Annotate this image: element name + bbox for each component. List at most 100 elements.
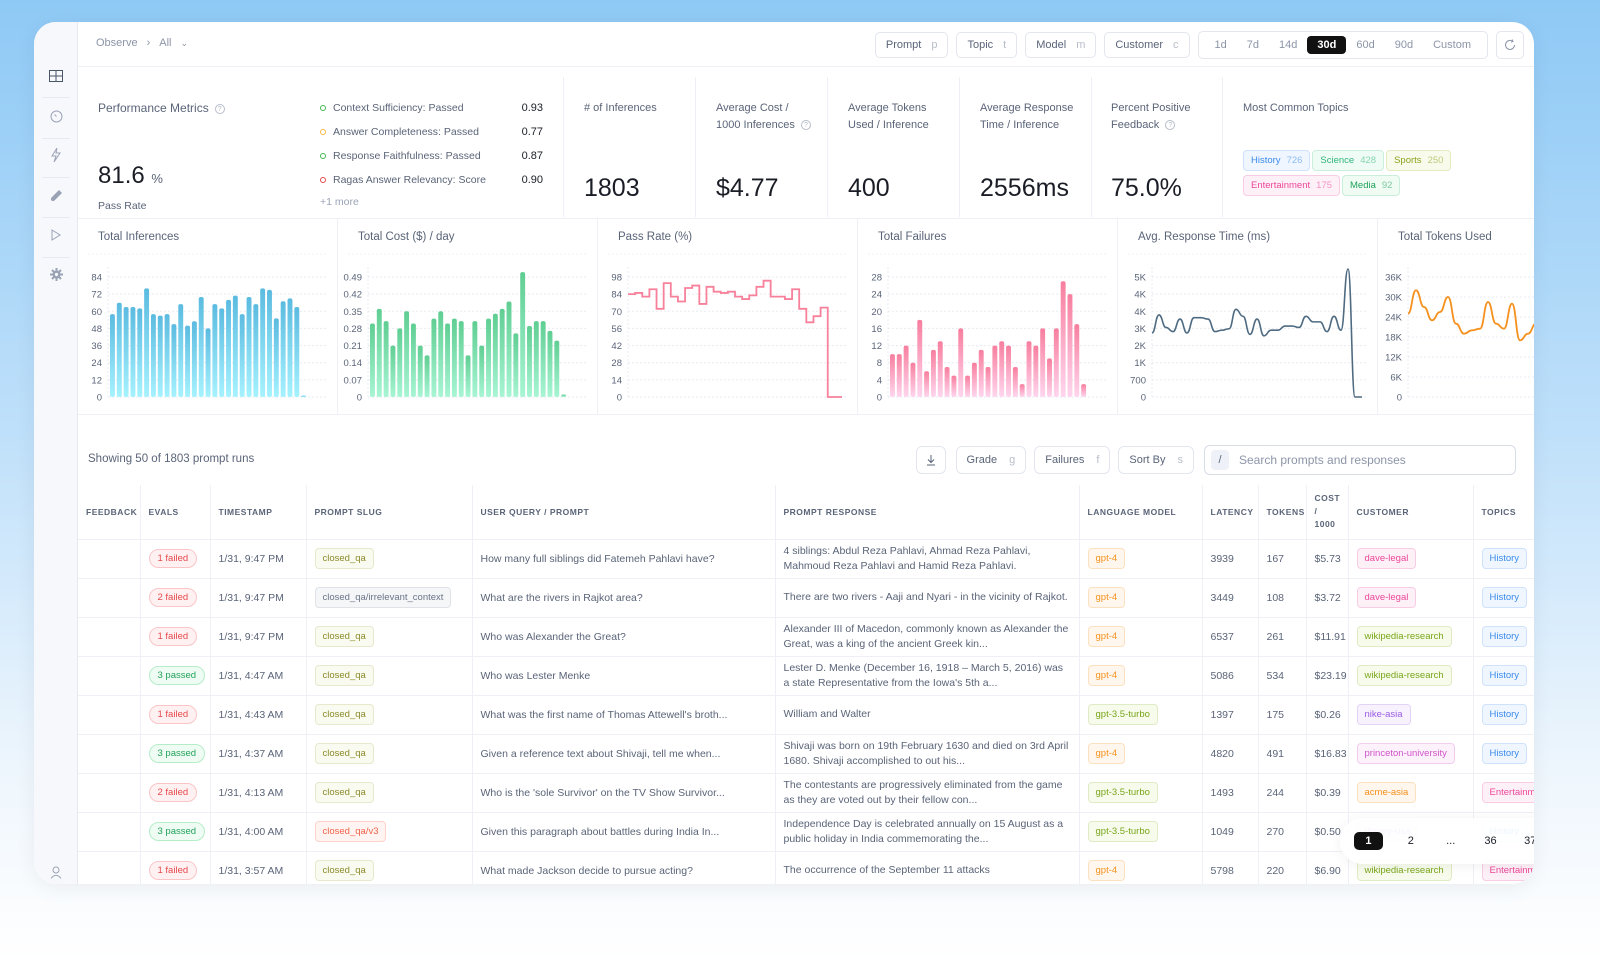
model-chip[interactable]: gpt-4 [1087, 587, 1126, 608]
range-14d[interactable]: 14d [1269, 36, 1307, 54]
eval-metric-row[interactable]: Answer Completeness: Passed 0.77 [320, 120, 543, 144]
filter-model-button[interactable]: Model m [1025, 32, 1097, 58]
evals-badge[interactable]: 2 failed [148, 783, 198, 802]
feedback-cell[interactable] [78, 539, 141, 579]
column-header-topics[interactable]: TOPICS [1473, 485, 1534, 540]
column-header-customer[interactable]: CUSTOMER [1348, 485, 1474, 540]
range-90d[interactable]: 90d [1385, 36, 1423, 54]
topic-chip-entertainment[interactable]: Entertainment 175 [1243, 175, 1341, 196]
model-chip[interactable]: gpt-4 [1087, 626, 1126, 647]
page-36-button[interactable]: 36 [1471, 835, 1511, 847]
topic-chip-sports[interactable]: Sports 250 [1386, 150, 1452, 171]
evals-badge[interactable]: 2 failed [148, 588, 198, 607]
table-row[interactable]: 3 passed 1/31, 4:47 AM closed_qa Who was Le… [78, 656, 1534, 696]
feedback-cell[interactable] [78, 617, 141, 657]
column-header-timestamp[interactable]: TIMESTAMP [210, 485, 307, 540]
topic-chip-media[interactable]: Media 92 [1342, 175, 1401, 196]
refresh-button[interactable] [1496, 31, 1524, 59]
model-chip[interactable]: gpt-4 [1087, 665, 1126, 686]
evals-badge[interactable]: 1 failed [148, 705, 198, 724]
lightning-icon[interactable] [46, 145, 66, 165]
feedback-cell[interactable] [78, 656, 141, 696]
column-header-prompt-response[interactable]: PROMPT RESPONSE [775, 485, 1080, 540]
column-header-tokens[interactable]: TOKENS [1258, 485, 1307, 540]
page-37-button[interactable]: 37 [1510, 835, 1534, 847]
sort-by-button[interactable]: Sort By s [1118, 446, 1194, 474]
model-chip[interactable]: gpt-4 [1087, 743, 1126, 764]
breadcrumb-observe[interactable]: Observe [96, 37, 138, 49]
prompt-slug-chip[interactable]: closed_qa [314, 626, 374, 647]
filter-customer-button[interactable]: Customer c [1104, 32, 1190, 58]
eval-metric-row[interactable]: Response Faithfulness: Passed 0.87 [320, 144, 543, 168]
table-row[interactable]: 1 failed 1/31, 9:47 PM closed_qa How many f… [78, 539, 1534, 579]
eval-metric-row[interactable]: Context Sufficiency: Passed 0.93 [320, 96, 543, 120]
customer-chip[interactable]: acme-asia [1356, 782, 1417, 803]
user-icon[interactable] [46, 862, 66, 882]
prompt-slug-chip[interactable]: closed_qa/irrelevant_context [314, 587, 452, 608]
customer-chip[interactable]: princeton-university [1356, 743, 1455, 764]
table-row[interactable]: 2 failed 1/31, 4:13 AM closed_qa Who is the… [78, 773, 1534, 813]
failures-button[interactable]: Failures f [1034, 446, 1111, 474]
column-header-language-model[interactable]: LANGUAGE MODEL [1079, 485, 1203, 540]
topic-chip[interactable]: History [1481, 626, 1528, 647]
evals-badge[interactable]: 3 passed [148, 822, 206, 841]
table-row[interactable]: 3 passed 1/31, 4:37 AM closed_qa Given a re… [78, 734, 1534, 774]
timer-icon[interactable] [46, 106, 66, 126]
table-row[interactable]: 1 failed 1/31, 4:43 AM closed_qa What was t… [78, 695, 1534, 735]
feedback-cell[interactable] [78, 578, 141, 618]
topic-chip-history[interactable]: History 726 [1243, 150, 1311, 171]
evals-badge[interactable]: 1 failed [148, 549, 198, 568]
more-evals-link[interactable]: +1 more [320, 196, 543, 208]
table-row[interactable]: 3 passed 1/31, 4:00 AM closed_qa/v3 Given t… [78, 812, 1534, 852]
model-chip[interactable]: gpt-3.5-turbo [1087, 821, 1158, 842]
feedback-cell[interactable] [78, 851, 141, 884]
column-header-feedback[interactable]: FEEDBACK [78, 485, 141, 540]
feedback-cell[interactable] [78, 773, 141, 813]
page-2-button[interactable]: 2 [1391, 835, 1431, 847]
table-row[interactable]: 1 failed 1/31, 9:47 PM closed_qa Who was Al… [78, 617, 1534, 657]
help-icon[interactable]: ? [1165, 120, 1176, 131]
column-header-evals[interactable]: EVALS [140, 485, 211, 540]
filter-prompt-button[interactable]: Prompt p [874, 32, 949, 58]
range-custom[interactable]: Custom [1423, 36, 1481, 54]
range-1d[interactable]: 1d [1205, 36, 1237, 54]
model-chip[interactable]: gpt-3.5-turbo [1087, 782, 1158, 803]
grid-table-icon[interactable] [46, 66, 66, 86]
topic-chip[interactable]: History [1481, 743, 1528, 764]
prompt-slug-chip[interactable]: closed_qa [314, 782, 374, 803]
topic-chip[interactable]: History [1481, 587, 1528, 608]
topic-chip[interactable]: Entertainment [1481, 782, 1534, 803]
column-header-prompt-slug[interactable]: PROMPT SLUG [306, 485, 473, 540]
search-input[interactable] [1239, 453, 1509, 467]
customer-chip[interactable]: dave-legal [1356, 587, 1417, 608]
customer-chip[interactable]: nike-asia [1356, 704, 1411, 725]
filter-topic-button[interactable]: Topic t [956, 32, 1018, 58]
customer-chip[interactable]: wikipedia-research [1356, 665, 1452, 686]
help-icon[interactable]: ? [800, 120, 811, 131]
chevron-down-icon[interactable]: ⌄ [180, 38, 188, 49]
evals-badge[interactable]: 1 failed [148, 861, 198, 880]
gear-icon[interactable] [46, 264, 66, 284]
range-30d[interactable]: 30d [1307, 36, 1347, 54]
evals-badge[interactable]: 3 passed [148, 744, 206, 763]
model-chip[interactable]: gpt-4 [1087, 548, 1126, 569]
customer-chip[interactable]: dave-legal [1356, 548, 1417, 569]
topic-chip-science[interactable]: Science 428 [1312, 150, 1385, 171]
prompt-slug-chip[interactable]: closed_qa [314, 704, 374, 725]
evals-badge[interactable]: 1 failed [148, 627, 198, 646]
range-60d[interactable]: 60d [1346, 36, 1384, 54]
play-icon[interactable] [46, 225, 66, 245]
prompt-slug-chip[interactable]: closed_qa [314, 665, 374, 686]
prompt-slug-chip[interactable]: closed_qa [314, 743, 374, 764]
test-tube-icon[interactable] [46, 185, 66, 205]
column-header-cost-1000[interactable]: COST / 1000 [1306, 485, 1349, 540]
help-icon[interactable]: ? [214, 103, 225, 114]
download-button[interactable] [915, 446, 946, 474]
breadcrumb-all[interactable]: All [159, 37, 171, 49]
range-7d[interactable]: 7d [1237, 36, 1269, 54]
table-row[interactable]: 1 failed 1/31, 3:57 AM closed_qa What made … [78, 851, 1534, 884]
model-chip[interactable]: gpt-3.5-turbo [1087, 704, 1158, 725]
table-row[interactable]: 2 failed 1/31, 9:47 PM closed_qa/irrelevan… [78, 578, 1534, 618]
customer-chip[interactable]: wikipedia-research [1356, 626, 1452, 647]
topic-chip[interactable]: History [1481, 548, 1528, 569]
